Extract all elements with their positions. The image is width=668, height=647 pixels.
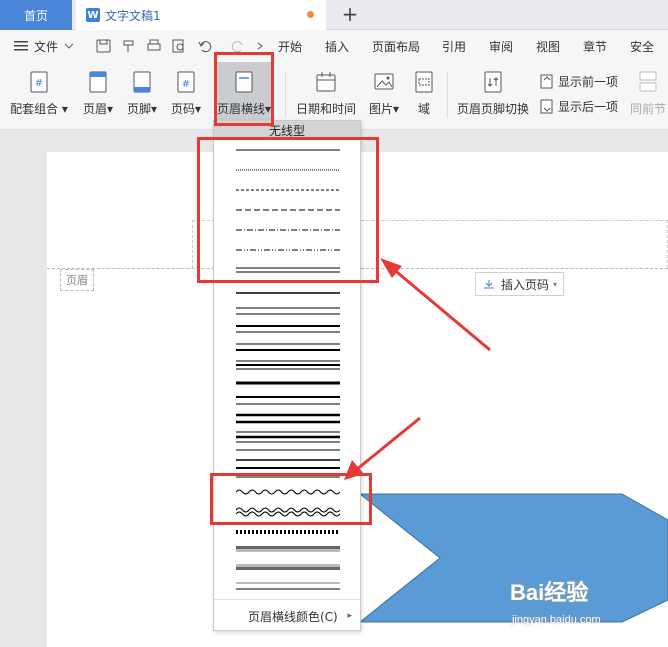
baidu-watermark-url: jingyan.baidu.com: [512, 614, 601, 626]
baidu-watermark: Bai经验: [510, 580, 589, 605]
annotation-arrows: [344, 258, 491, 480]
